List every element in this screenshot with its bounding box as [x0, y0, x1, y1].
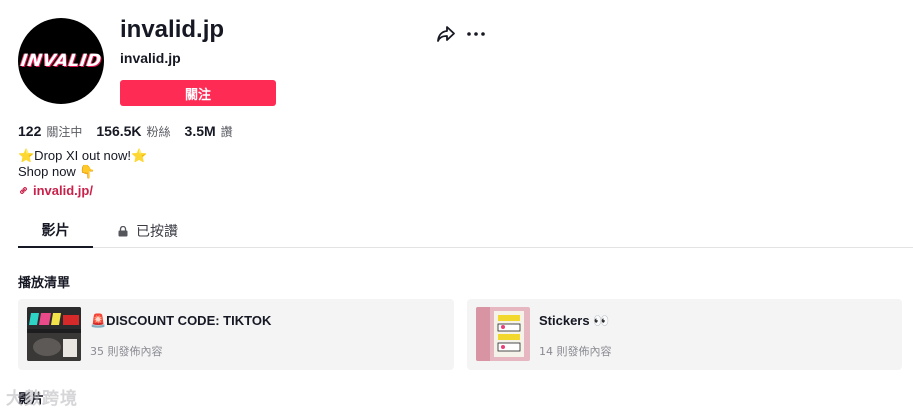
stat-likes: 3.5M 讚 — [185, 123, 233, 140]
playlist-card-discount[interactable]: 🚨DISCOUNT CODE: TIKTOK 35 則發佈內容 — [18, 299, 454, 370]
stat-followers[interactable]: 156.5K 粉絲 — [96, 123, 170, 140]
profile-username: invalid.jp — [120, 50, 181, 66]
tab-videos-label: 影片 — [41, 223, 70, 239]
stat-followers-value: 156.5K — [96, 123, 142, 139]
stat-followers-label: 粉絲 — [146, 125, 171, 139]
lock-icon — [118, 225, 128, 236]
profile-link[interactable]: invalid.jp/ — [18, 183, 93, 198]
bio-line-2: Shop now 👇 — [18, 164, 96, 179]
tab-liked[interactable]: 已按讚 — [118, 214, 178, 248]
playlist-count: 35 則發佈內容 — [90, 345, 163, 358]
share-arrow-icon[interactable] — [436, 25, 456, 43]
stat-following-value: 122 — [18, 123, 42, 139]
link-icon — [19, 186, 28, 195]
bio-line-1: ⭐Drop XI out now!⭐ — [18, 148, 148, 163]
tab-videos[interactable]: 影片 — [18, 214, 93, 248]
profile-link-text: invalid.jp/ — [33, 183, 93, 198]
stat-following-label: 關注中 — [46, 125, 83, 139]
follow-button[interactable]: 關注 — [120, 80, 276, 106]
profile-bio: ⭐Drop XI out now!⭐ Shop now 👇 — [18, 148, 147, 180]
avatar-logo-text: INVALID — [19, 51, 103, 71]
profile-stats: 122 關注中 156.5K 粉絲 3.5M 讚 — [18, 123, 247, 140]
playlist-title: 🚨DISCOUNT CODE: TIKTOK — [90, 313, 272, 328]
avatar[interactable]: INVALID — [18, 18, 104, 104]
playlist-title: Stickers 👀 — [539, 313, 610, 328]
playlist-thumbnail — [27, 307, 81, 361]
tab-liked-label: 已按讚 — [136, 224, 178, 240]
more-dots-icon[interactable] — [466, 25, 486, 43]
playlist-count: 14 則發佈內容 — [539, 345, 612, 358]
stat-following[interactable]: 122 關注中 — [18, 123, 82, 140]
playlist-thumbnail — [476, 307, 530, 361]
profile-tabs: 影片 已按讚 — [18, 214, 913, 248]
playlist-card-stickers[interactable]: Stickers 👀 14 則發佈內容 — [467, 299, 902, 370]
profile-title: invalid.jp — [120, 16, 225, 43]
stat-likes-label: 讚 — [220, 125, 233, 139]
watermark: 大數跨境 — [6, 389, 78, 409]
stat-likes-value: 3.5M — [184, 123, 216, 139]
playlists-heading: 播放清單 — [18, 276, 71, 291]
